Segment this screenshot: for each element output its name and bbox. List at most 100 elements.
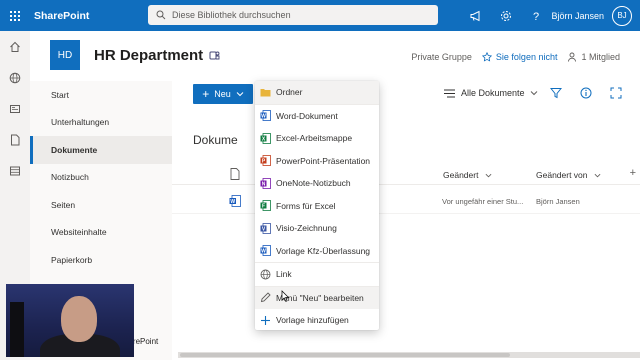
add-column-button[interactable]: +	[630, 167, 636, 179]
view-label: Alle Dokumente	[461, 88, 525, 98]
pencil-icon	[260, 292, 271, 303]
menu-item-label: Visio-Zeichnung	[276, 223, 337, 234]
menu-item-folder[interactable]: Ordner	[255, 81, 379, 104]
menu-item-label: Menü "Neu" bearbeiten	[276, 292, 364, 303]
column-modified-label: Geändert	[443, 170, 479, 180]
chevron-down-icon	[486, 173, 492, 177]
column-modified-by-label: Geändert von	[536, 170, 588, 180]
view-selector[interactable]: Alle Dokumente	[444, 88, 544, 98]
microphone-stand	[10, 302, 24, 357]
new-button[interactable]: + Neu	[193, 84, 253, 104]
svg-text:W: W	[230, 199, 235, 205]
menu-item-label: Ordner	[276, 87, 303, 98]
menu-item-label: Excel-Arbeitsmappe	[276, 133, 353, 144]
expand-icon[interactable]	[610, 87, 622, 99]
filter-icon[interactable]	[550, 87, 562, 99]
cell-modified: Vor ungefähr einer Stu...	[442, 197, 524, 206]
nav-item-recycle-bin[interactable]: Papierkorb	[30, 246, 172, 274]
nav-item-label: Unterhaltungen	[51, 117, 110, 128]
nav-item-start[interactable]: Start	[30, 81, 172, 109]
word-icon: W	[260, 110, 271, 122]
menu-item-powerpoint[interactable]: P PowerPoint-Präsentation	[255, 150, 379, 173]
avatar[interactable]: BJ	[612, 5, 632, 26]
nav-item-documents[interactable]: Dokumente	[30, 136, 172, 164]
megaphone-icon[interactable]	[461, 0, 491, 31]
svg-text:W: W	[261, 249, 266, 255]
column-modified-by[interactable]: Geändert von	[536, 170, 601, 180]
user-name[interactable]: Björn Jansen	[551, 11, 604, 21]
menu-item-onenote[interactable]: N OneNote-Notizbuch	[255, 172, 379, 195]
link-globe-icon	[260, 269, 271, 280]
word-template-icon: W	[260, 245, 271, 257]
globe-icon[interactable]	[0, 62, 30, 93]
folder-icon	[260, 87, 271, 98]
library-title: Dokume	[193, 133, 238, 147]
follow-button[interactable]: Sie folgen nicht	[481, 52, 558, 62]
help-icon[interactable]: ?	[521, 0, 551, 31]
file-type-icon[interactable]	[230, 168, 240, 180]
horizontal-scrollbar[interactable]	[178, 352, 640, 358]
lists-icon[interactable]	[0, 155, 30, 186]
powerpoint-icon: P	[260, 155, 271, 167]
table-row[interactable]: W Vor ungefähr einer Stu... Björn Jansen	[172, 188, 640, 214]
members-button[interactable]: 1 Mitglied	[567, 52, 620, 62]
nav-item-notebook[interactable]: Notizbuch	[30, 164, 172, 192]
app-name[interactable]: SharePoint	[34, 10, 89, 22]
new-button-label: Neu	[214, 89, 231, 99]
search-placeholder: Diese Bibliothek durchsuchen	[172, 10, 291, 20]
menu-item-label: Forms für Excel	[276, 200, 336, 211]
waffle-icon[interactable]	[0, 0, 30, 31]
word-file-icon: W	[229, 195, 241, 207]
menu-item-edit-new-menu[interactable]: Menü "Neu" bearbeiten	[255, 286, 379, 309]
site-title[interactable]: HR Department	[94, 47, 203, 64]
mouse-cursor-icon	[281, 290, 289, 302]
nav-item-label: Notizbuch	[51, 172, 89, 183]
home-icon[interactable]	[0, 31, 30, 62]
nav-item-pages[interactable]: Seiten	[30, 191, 172, 219]
chevron-down-icon	[530, 91, 537, 96]
scrollbar-thumb[interactable]	[180, 353, 510, 357]
menu-item-label: Vorlage hinzufügen	[276, 315, 349, 326]
column-modified[interactable]: Geändert	[443, 170, 492, 180]
menu-item-label: Link	[276, 269, 292, 280]
site-header: HD HR Department Private Gruppe Sie folg…	[30, 31, 640, 81]
list-view-icon	[444, 89, 455, 97]
menu-item-link[interactable]: Link	[255, 263, 379, 286]
svg-text:F: F	[262, 204, 265, 210]
cell-modified-by[interactable]: Björn Jansen	[536, 197, 580, 206]
gear-icon[interactable]	[491, 0, 521, 31]
news-icon[interactable]	[0, 93, 30, 124]
visio-icon: V	[260, 222, 271, 234]
menu-item-template-kfz[interactable]: W Vorlage Kfz-Überlassung	[255, 240, 379, 263]
search-input[interactable]: Diese Bibliothek durchsuchen	[148, 5, 438, 25]
menu-item-word[interactable]: W Word-Dokument	[255, 105, 379, 128]
nav-item-label: Papierkorb	[51, 254, 93, 265]
nav-item-label: Start	[51, 89, 69, 100]
menu-item-excel[interactable]: X Excel-Arbeitsmappe	[255, 127, 379, 150]
teams-icon[interactable]	[209, 50, 220, 61]
menu-item-forms-excel[interactable]: F Forms für Excel	[255, 195, 379, 218]
menu-item-visio[interactable]: V Visio-Zeichnung	[255, 217, 379, 240]
members-label: 1 Mitglied	[581, 52, 620, 62]
menu-item-add-template[interactable]: Vorlage hinzufügen	[255, 309, 379, 332]
file-icon[interactable]	[0, 124, 30, 155]
new-menu: Ordner W Word-Dokument X Excel-Arbeitsma…	[255, 81, 379, 330]
suite-bar: SharePoint Diese Bibliothek durchsuchen …	[0, 0, 640, 31]
nav-item-conversations[interactable]: Unterhaltungen	[30, 109, 172, 137]
site-logo[interactable]: HD	[50, 40, 80, 70]
chevron-down-icon	[236, 92, 244, 97]
nav-item-label: Dokumente	[51, 144, 98, 155]
excel-icon: X	[260, 132, 271, 144]
nav-item-label: Seiten	[51, 199, 76, 210]
menu-item-label: Vorlage Kfz-Überlassung	[276, 245, 371, 256]
search-icon	[156, 10, 166, 20]
onenote-icon: N	[260, 177, 271, 189]
nav-item-label: Websiteinhalte	[51, 227, 107, 238]
menu-item-label: OneNote-Notizbuch	[276, 178, 351, 189]
chevron-down-icon	[594, 173, 600, 177]
info-icon[interactable]	[580, 87, 592, 99]
follow-label: Sie folgen nicht	[495, 52, 558, 62]
nav-item-site-contents[interactable]: Websiteinhalte	[30, 219, 172, 247]
svg-text:W: W	[261, 114, 266, 120]
menu-item-label: Word-Dokument	[276, 110, 338, 121]
